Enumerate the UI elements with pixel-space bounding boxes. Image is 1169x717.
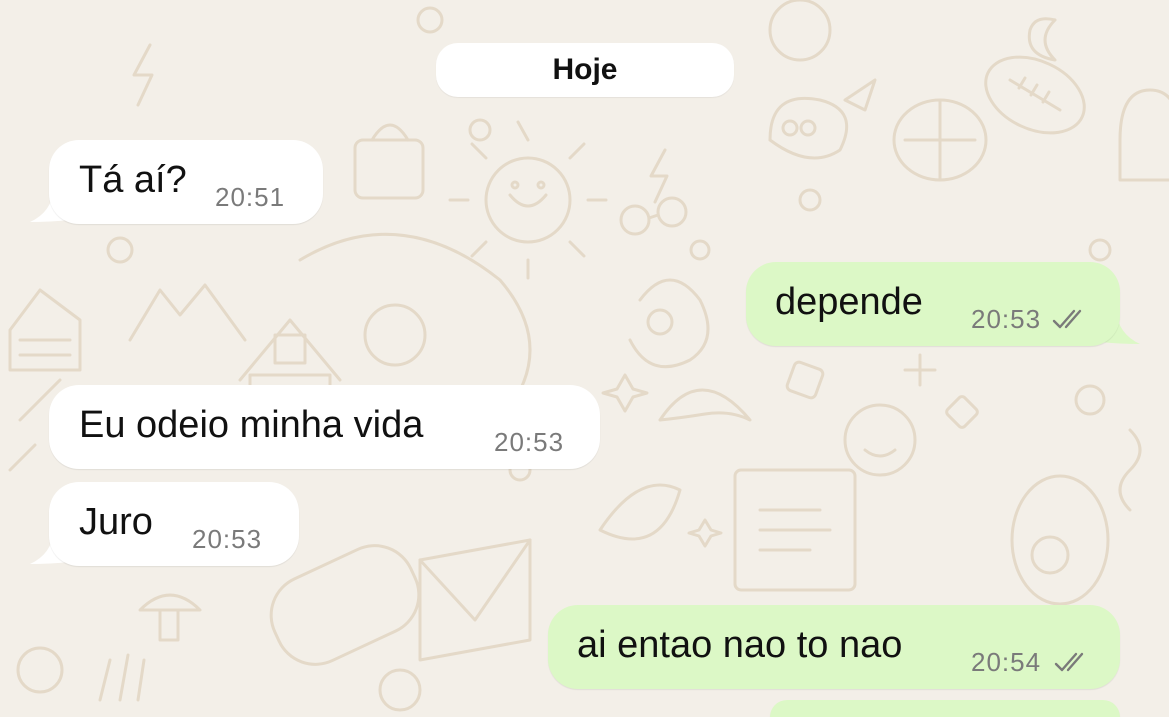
message-time: 20:51: [215, 182, 286, 212]
message-time: 20:53: [971, 304, 1042, 334]
date-separator: Hoje: [436, 43, 734, 97]
message-bubble-incoming[interactable]: Juro 20:53: [49, 482, 299, 566]
message-bubble-outgoing[interactable]: ai entao nao to nao 20:54: [548, 605, 1120, 689]
message-text: depende: [775, 281, 923, 323]
message-time: 20:53: [192, 524, 263, 554]
message-text: Juro: [79, 501, 153, 543]
message-bubble-outgoing-partial: [770, 700, 1120, 717]
message-time: 20:54: [971, 647, 1042, 677]
message-bubble-outgoing[interactable]: depende 20:53: [746, 262, 1120, 346]
message-text: Eu odeio minha vida: [79, 404, 424, 446]
double-check-icon: [1054, 652, 1084, 672]
date-separator-label: Hoje: [552, 53, 618, 86]
message-time: 20:53: [494, 427, 565, 457]
message-bubble-incoming[interactable]: Eu odeio minha vida 20:53: [49, 385, 600, 469]
message-text: ai entao nao to nao: [577, 624, 903, 666]
message-bubble-incoming[interactable]: Tá aí? 20:51: [49, 140, 323, 224]
double-check-icon: [1052, 309, 1082, 329]
message-text: Tá aí?: [79, 159, 187, 201]
